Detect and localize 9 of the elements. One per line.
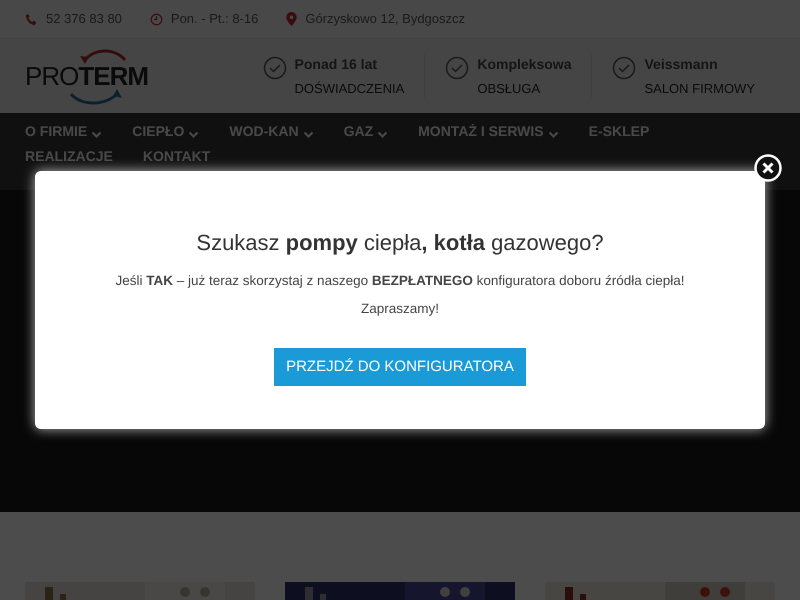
modal-note: Zapraszamy! <box>360 300 440 318</box>
feature-subtitle: OBSŁUGA <box>477 80 542 98</box>
close-icon[interactable] <box>754 154 782 182</box>
modal-text: Jeśli TAK – już teraz skorzystaj z naszego BEZPŁATNEGO konfiguratora doboru źródła ciepła! <box>114 272 686 290</box>
modal-heading: Szukasz pompy ciepła, kotła gazowego? <box>195 229 605 257</box>
configurator-button[interactable]: PRZEJDŹ DO KONFIGURATORA <box>274 348 526 386</box>
logo-text[interactable]: PROTERM <box>25 63 148 89</box>
feature-subtitle: SALON FIRMOWY <box>644 80 755 98</box>
feature-subtitle: DOŚWIADCZENIA <box>294 80 404 98</box>
